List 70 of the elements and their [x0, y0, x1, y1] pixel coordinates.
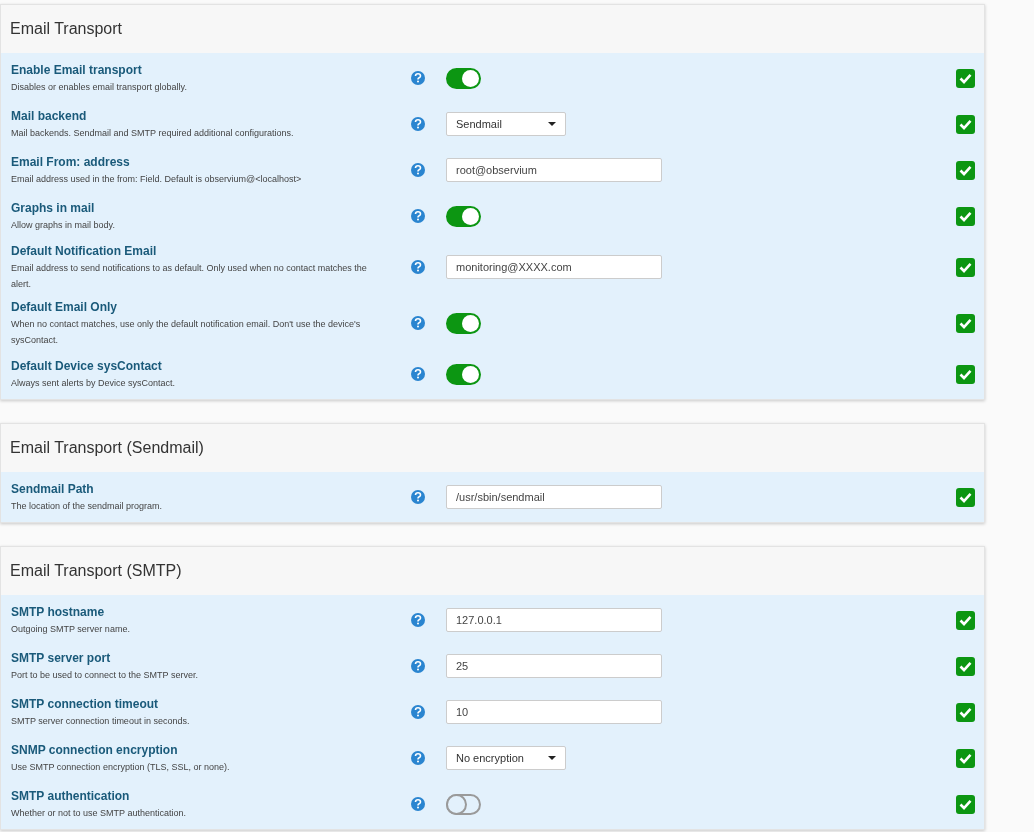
setting-label: SMTP server port [11, 650, 112, 667]
checkbox[interactable] [956, 68, 975, 88]
checkbox[interactable] [956, 313, 975, 333]
setting-label: SNMP connection encryption [11, 742, 179, 759]
section-title: Email Transport (SMTP) [10, 561, 182, 581]
toggle-switch[interactable] [446, 205, 481, 227]
setting-description: SMTP server connection timeout in seconds. [11, 715, 191, 728]
setting-description: Port to be used to connect to the SMTP server. [11, 669, 199, 682]
checkbox[interactable] [956, 364, 975, 384]
setting-description: Use SMTP connection encryption (TLS, SSL, or none). [11, 761, 231, 774]
setting-description: The location of the sendmail program. [11, 500, 164, 513]
checkbox[interactable] [956, 702, 975, 722]
text-field[interactable]: root@observium [446, 158, 662, 182]
help-icon[interactable] [411, 490, 425, 504]
help-icon[interactable] [411, 117, 425, 131]
setting-description: Outgoing SMTP server name. [11, 623, 131, 636]
toggle-switch[interactable] [446, 793, 481, 815]
setting-description: Email address used in the from: Field. Default is observium@<localhost> [11, 173, 303, 186]
setting-description: Email address to send notifications to as default. Only used when no contact matches the alert. [11, 262, 368, 291]
setting-label: Default Email Only [11, 299, 119, 316]
text-field[interactable]: monitoring@XXXX.com [446, 255, 662, 279]
setting-label: Enable Email transport [11, 62, 143, 79]
checkbox[interactable] [956, 206, 975, 226]
help-icon[interactable] [411, 751, 425, 765]
setting-label: SMTP authentication [11, 788, 131, 805]
setting-label: Default Notification Email [11, 243, 158, 260]
setting-label: Graphs in mail [11, 200, 96, 217]
checkbox[interactable] [956, 487, 975, 507]
setting-description: When no contact matches, use only the default notification email. Don't use the device's sysContact. [11, 318, 362, 347]
checkbox[interactable] [956, 748, 975, 768]
setting-description: Disables or enables email transport globally. [11, 81, 188, 94]
text-field[interactable]: 127.0.0.1 [446, 608, 662, 632]
setting-description: Allow graphs in mail body. [11, 219, 116, 232]
section-title: Email Transport [10, 19, 123, 39]
setting-label: SMTP connection timeout [11, 696, 160, 713]
help-icon[interactable] [411, 260, 425, 274]
help-icon[interactable] [411, 659, 425, 673]
help-icon[interactable] [411, 705, 425, 719]
checkbox[interactable] [956, 656, 975, 676]
checkbox[interactable] [956, 610, 975, 630]
text-field[interactable]: 25 [446, 654, 662, 678]
toggle-switch[interactable] [446, 312, 481, 334]
setting-label: Email From: address [11, 154, 131, 171]
setting-label: Default Device sysContact [11, 358, 163, 375]
help-icon[interactable] [411, 367, 425, 381]
checkbox[interactable] [956, 160, 975, 180]
setting-label: Mail backend [11, 108, 88, 125]
toggle-switch[interactable] [446, 67, 481, 89]
setting-description: Always sent alerts by Device sysContact. [11, 377, 177, 390]
help-icon[interactable] [411, 797, 425, 811]
help-icon[interactable] [411, 316, 425, 330]
text-field[interactable]: /usr/sbin/sendmail [446, 485, 662, 509]
help-icon[interactable] [411, 209, 425, 223]
checkbox[interactable] [956, 114, 975, 134]
setting-label: Sendmail Path [11, 481, 95, 498]
help-icon[interactable] [411, 163, 425, 177]
toggle-switch[interactable] [446, 363, 481, 385]
caret-icon [548, 756, 556, 760]
setting-label: SMTP hostname [11, 604, 106, 621]
dropdown[interactable]: Sendmail [446, 112, 566, 136]
dropdown[interactable]: No encryption [446, 746, 566, 770]
section-title: Email Transport (Sendmail) [10, 438, 204, 458]
checkbox[interactable] [956, 257, 975, 277]
text-field[interactable]: 10 [446, 700, 662, 724]
caret-icon [548, 122, 556, 126]
setting-description: Mail backends. Sendmail and SMTP required additional configurations. [11, 127, 295, 140]
checkbox[interactable] [956, 794, 975, 814]
help-icon[interactable] [411, 613, 425, 627]
setting-description: Whether or not to use SMTP authentication. [11, 807, 187, 820]
help-icon[interactable] [411, 71, 425, 85]
